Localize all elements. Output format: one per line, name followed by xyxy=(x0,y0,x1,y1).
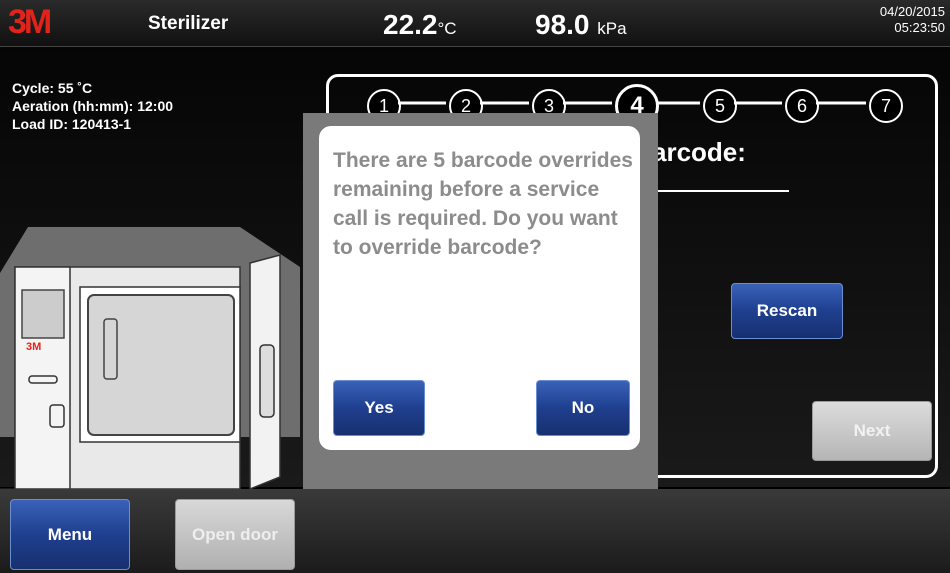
time-label: 05:23:50 xyxy=(894,20,945,35)
date-time: 04/20/2015 05:23:50 xyxy=(880,4,945,36)
override-dialog: There are 5 barcode overrides remaining … xyxy=(319,126,640,450)
pressure-value: 98.0 xyxy=(535,9,590,40)
pressure-unit: kPa xyxy=(597,19,627,38)
cycle-info: Cycle: 55 ˚C Aeration (hh:mm): 12:00 Loa… xyxy=(12,79,173,133)
barcode-underline xyxy=(655,190,789,192)
load-id-label: Load ID: 120413-1 xyxy=(12,116,132,132)
open-door-button[interactable]: Open door xyxy=(175,499,295,570)
sterilizer-illustration: 3M xyxy=(0,227,300,489)
app-title: Sterilizer xyxy=(148,13,229,34)
override-dialog-overlay: There are 5 barcode overrides remaining … xyxy=(303,113,658,515)
menu-button[interactable]: Menu xyxy=(10,499,130,570)
next-button[interactable]: Next xyxy=(812,401,932,461)
main-area: Cycle: 55 ˚C Aeration (hh:mm): 12:00 Loa… xyxy=(0,47,950,515)
yes-button[interactable]: Yes xyxy=(333,380,425,436)
temperature-value: 22.2 xyxy=(383,9,438,40)
cycle-label: Cycle: 55 ˚C xyxy=(12,80,93,96)
date-label: 04/20/2015 xyxy=(879,4,945,19)
no-button[interactable]: No xyxy=(536,380,630,436)
bottom-bar: Menu Open door xyxy=(0,489,950,573)
dialog-message: There are 5 barcode overrides remaining … xyxy=(333,149,633,259)
sterilizer-3m-mark: 3M xyxy=(26,341,41,353)
panel-title: arcode: xyxy=(652,137,746,167)
rescan-button[interactable]: Rescan xyxy=(731,283,843,339)
temperature-unit: °C xyxy=(437,19,457,38)
pressure-readout: 98.0 kPa xyxy=(535,9,627,41)
top-status-bar: 3M Sterilizer 22.2°C 98.0 kPa 04/20/2015… xyxy=(0,0,950,47)
aeration-label: Aeration (hh:mm): 12:00 xyxy=(12,98,174,114)
temperature-readout: 22.2°C xyxy=(383,9,457,41)
brand-logo: 3M xyxy=(8,3,52,41)
